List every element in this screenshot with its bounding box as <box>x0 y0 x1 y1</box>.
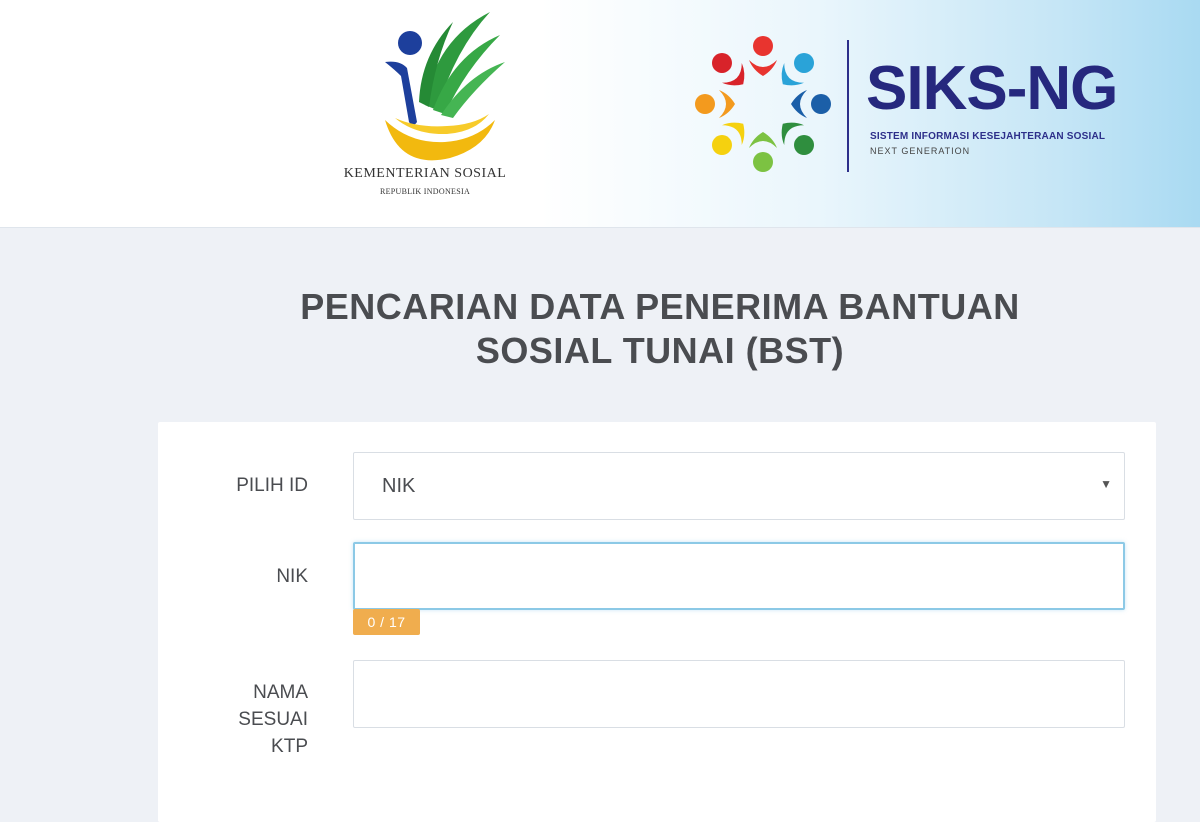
pilih-id-select[interactable]: NIK ▼ <box>353 452 1125 520</box>
nama-label-line1: NAMA <box>253 682 308 703</box>
nik-character-counter: 0 / 17 <box>353 609 420 635</box>
kemensos-logo: KEMENTERIAN SOSIAL REPUBLIK INDONESIA <box>330 10 530 205</box>
nama-label-line3: KTP <box>271 736 308 757</box>
nik-input[interactable] <box>353 542 1125 610</box>
pilih-id-label: PILIH ID <box>236 475 308 496</box>
siks-subtitle: SISTEM INFORMASI KESEJAHTERAAN SOSIAL <box>870 131 1106 142</box>
nama-label-line2: SESUAI <box>238 709 308 730</box>
siks-divider <box>847 40 849 172</box>
page-title-line1: PENCARIAN DATA PENERIMA BANTUAN <box>300 286 1020 327</box>
caret-down-icon: ▼ <box>1100 477 1112 491</box>
siks-tagline: NEXT GENERATION <box>870 146 971 156</box>
nik-label: NIK <box>276 566 308 587</box>
page-title-line2: SOSIAL TUNAI (BST) <box>475 330 845 371</box>
kemensos-subtitle: REPUBLIK INDONESIA <box>379 187 471 196</box>
siks-title: SIKS-NG <box>866 54 1118 123</box>
siks-emblem-icon <box>695 36 831 172</box>
kemensos-name: KEMENTERIAN SOSIAL <box>343 166 507 181</box>
site-header: KEMENTERIAN SOSIAL REPUBLIK INDONESIA SI… <box>0 0 1200 228</box>
nama-label: NAMA SESUAI KTP <box>158 679 308 760</box>
page-title: PENCARIAN DATA PENERIMA BANTUAN SOSIAL T… <box>190 285 1130 373</box>
pilih-id-selected-value: NIK <box>382 475 416 497</box>
nama-input[interactable] <box>353 660 1125 728</box>
kemensos-emblem-icon <box>385 12 505 161</box>
